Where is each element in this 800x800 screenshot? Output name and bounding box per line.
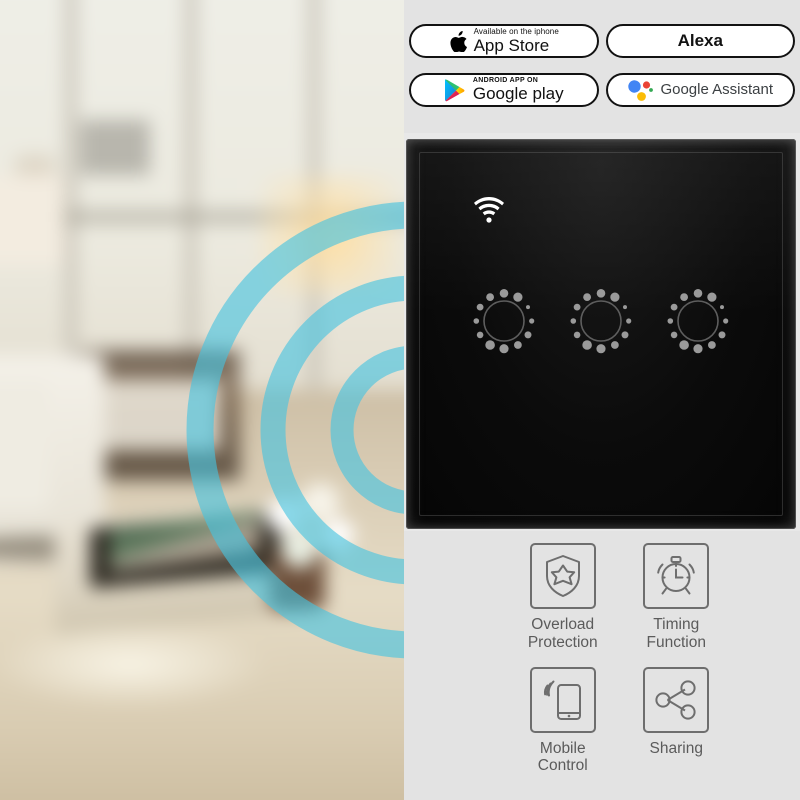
google-assistant-label: Google Assistant — [660, 81, 774, 98]
touch-button-1[interactable] — [470, 287, 538, 355]
feature-sharing: Sharing — [623, 666, 731, 791]
product-image: Available on the iphone App Store Alexa — [0, 0, 800, 800]
badge-alexa[interactable]: Alexa — [605, 24, 795, 58]
touch-button-ring-1 — [473, 289, 535, 354]
apple-logo-icon — [450, 30, 467, 52]
google-play-text-stack: ANDROID APP ON Google play — [473, 77, 564, 102]
app-compatibility-badges: Available on the iphone App Store Alexa — [404, 0, 800, 133]
floor-highlight — [0, 620, 270, 710]
app-store-main-text: App Store — [473, 36, 550, 55]
feature-grid: Overload Protection Timing Function Mobi… — [404, 531, 800, 800]
shield-star-icon — [545, 555, 580, 597]
feature-label: Sharing — [649, 739, 703, 757]
room-scene — [0, 0, 404, 800]
feature-label: Mobile Control — [537, 739, 588, 775]
shelf-opening — [100, 380, 220, 450]
google-assistant-dots-icon — [628, 79, 654, 101]
touch-button-3[interactable] — [664, 287, 732, 355]
touch-buttons-row — [406, 287, 796, 355]
touch-button-ring-2 — [570, 289, 632, 354]
floor-lamp — [0, 175, 65, 265]
google-play-brand: Google — [472, 84, 528, 103]
feature-icon-box — [529, 666, 596, 733]
wifi-icon — [474, 197, 504, 223]
lifestyle-photo — [0, 0, 404, 800]
switch-panel-section — [404, 133, 800, 531]
touch-button-2[interactable] — [567, 287, 635, 355]
feature-mobile-control: Mobile Control — [509, 666, 617, 791]
feature-timing-function: Timing Function — [623, 543, 731, 667]
feature-label: Overload Protection — [527, 616, 598, 651]
google-play-suffix: play — [532, 84, 564, 103]
warm-lamp-glow — [260, 175, 400, 295]
badge-google-play[interactable]: ANDROID APP ON Google play — [409, 72, 599, 107]
google-play-triangle-icon — [444, 78, 465, 101]
google-play-small-text: ANDROID APP ON — [472, 77, 539, 84]
app-store-text-stack: Available on the iphone App Store — [473, 27, 559, 55]
mobile-wifi-icon — [543, 680, 581, 720]
sofa-arm — [0, 380, 50, 510]
feature-overload-protection: Overload Protection — [509, 543, 617, 667]
feature-icon-box — [643, 543, 710, 609]
white-flowers — [250, 480, 360, 580]
feature-icon-box — [529, 543, 596, 609]
feature-label: Timing Function — [646, 616, 706, 651]
alexa-label: Alexa — [677, 31, 723, 50]
alarm-clock-icon — [657, 556, 696, 595]
badge-app-store[interactable]: Available on the iphone App Store — [409, 24, 599, 58]
app-store-small-text: Available on the iphone — [473, 27, 559, 36]
background-cabinet — [80, 120, 150, 175]
google-play-main-text: Google play — [473, 85, 564, 102]
right-column: Available on the iphone App Store Alexa — [404, 0, 800, 800]
smart-touch-switch[interactable] — [406, 139, 796, 529]
share-nodes-icon — [655, 679, 696, 720]
feature-icon-box — [643, 666, 710, 733]
badge-google-assistant[interactable]: Google Assistant — [605, 72, 795, 107]
touch-button-ring-3 — [667, 289, 729, 354]
